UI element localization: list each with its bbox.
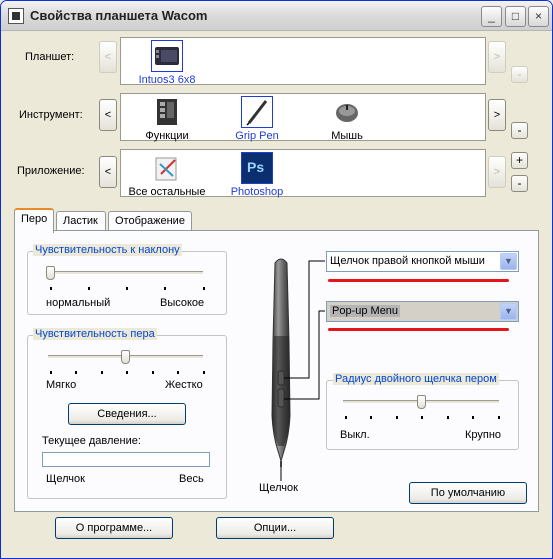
tablet-next-button[interactable]: > [488, 41, 506, 73]
double-click-slider-thumb[interactable] [417, 395, 426, 409]
tilt-slider-thumb[interactable] [46, 266, 55, 280]
tool-row-label: Инструмент: [19, 109, 83, 121]
lower-button-dropdown[interactable]: Pop-up Menu ▼ [326, 301, 519, 322]
window-title: Свойства планшета Wacom [30, 8, 208, 23]
tip-min-label: Мягко [46, 379, 77, 391]
pen-tip-label: Щелчок [259, 482, 298, 494]
details-button[interactable]: Сведения... [68, 403, 186, 425]
pressure-label: Текущее давление: [42, 435, 141, 447]
upper-button-value: Щелчок правой кнопкой мыши [330, 255, 485, 267]
tilt-ticks [50, 287, 205, 291]
tablet-item-intuos3[interactable]: Intuos3 6x8 [135, 40, 199, 86]
tip-group-title: Чувствительность пера [33, 328, 157, 340]
tilt-slider-track [48, 271, 203, 275]
about-button[interactable]: О программе... [55, 517, 173, 539]
tablet-remove-button[interactable]: - [511, 66, 528, 83]
tilt-max-label: Высокое [160, 297, 205, 309]
default-button[interactable]: По умолчанию [409, 482, 527, 504]
double-click-title: Радиус двойного щелчка пером [333, 373, 499, 385]
tool-remove-button[interactable]: - [511, 122, 528, 139]
app-item-all-others[interactable]: Все остальные [127, 152, 207, 198]
double-click-max-label: Крупно [465, 429, 502, 441]
tip-slider-thumb[interactable] [121, 350, 130, 364]
app-item-label: Все остальные [128, 186, 206, 198]
tool-item-mouse[interactable]: Мышь [315, 96, 379, 142]
tablet-item-label: Intuos3 6x8 [138, 74, 196, 86]
app-item-label: Photoshop [230, 186, 284, 198]
tool-next-button[interactable]: > [488, 99, 506, 131]
upper-button-dropdown[interactable]: Щелчок правой кнопкой мыши ▼ [326, 251, 519, 272]
tilt-group-title: Чувствительность к наклону [33, 244, 182, 256]
tool-item-grip-pen[interactable]: Grip Pen [225, 96, 289, 142]
pen-tab-panel: Чувствительность к наклону нормальный Вы… [14, 230, 539, 512]
close-button[interactable]: × [528, 6, 549, 27]
tool-item-functions[interactable]: Функции [135, 96, 199, 142]
tool-item-label: Grip Pen [235, 130, 279, 142]
lower-highlight-line [328, 328, 509, 331]
pressure-min-label: Щелчок [46, 473, 85, 485]
all-apps-icon [151, 152, 183, 184]
app-remove-button[interactable]: - [511, 175, 528, 192]
title-bar: Свойства планшета Wacom _ □ × [1, 1, 552, 31]
upper-highlight-line [328, 279, 509, 282]
options-button[interactable]: Опции... [216, 517, 334, 539]
functions-icon [151, 96, 183, 128]
wacom-properties-window: Свойства планшета Wacom _ □ × Планшет: <… [0, 0, 553, 559]
tab-pen[interactable]: Перо [14, 208, 54, 233]
double-click-ticks [345, 416, 500, 420]
photoshop-icon-text: Ps [247, 159, 265, 175]
app-prev-button[interactable]: < [99, 156, 117, 188]
app-row-label: Приложение: [17, 165, 85, 177]
tip-max-label: Жестко [165, 379, 203, 391]
photoshop-icon: Ps [241, 152, 273, 184]
tool-item-label: Функции [145, 130, 189, 142]
minimize-button[interactable]: _ [481, 6, 502, 27]
tablet-row-label: Планшет: [25, 51, 75, 63]
app-item-photoshop[interactable]: Ps Photoshop [225, 152, 289, 198]
tool-item-label: Мышь [331, 130, 363, 142]
maximize-button[interactable]: □ [505, 6, 526, 27]
lower-button-value: Pop-up Menu [330, 305, 401, 317]
tablet-prev-button[interactable]: < [99, 41, 117, 73]
chevron-down-icon: ▼ [500, 253, 517, 270]
app-strip: Все остальные Ps Photoshop [120, 149, 486, 198]
tilt-min-label: нормальный [46, 297, 111, 309]
pressure-max-label: Весь [179, 473, 204, 485]
tablet-icon [151, 40, 183, 72]
double-click-min-label: Выкл. [340, 429, 370, 441]
tool-prev-button[interactable]: < [99, 99, 117, 131]
tablet-strip: Intuos3 6x8 [120, 37, 486, 86]
mouse-icon [331, 96, 363, 128]
tool-strip: Функции Grip Pen Мышь [120, 93, 486, 142]
app-add-button[interactable]: + [511, 152, 528, 169]
tip-ticks [50, 371, 205, 375]
pen-icon [241, 96, 273, 128]
pressure-meter [42, 452, 210, 467]
chevron-down-icon: ▼ [500, 303, 517, 320]
tablet-app-icon [8, 8, 24, 24]
app-next-button[interactable]: > [488, 156, 506, 188]
